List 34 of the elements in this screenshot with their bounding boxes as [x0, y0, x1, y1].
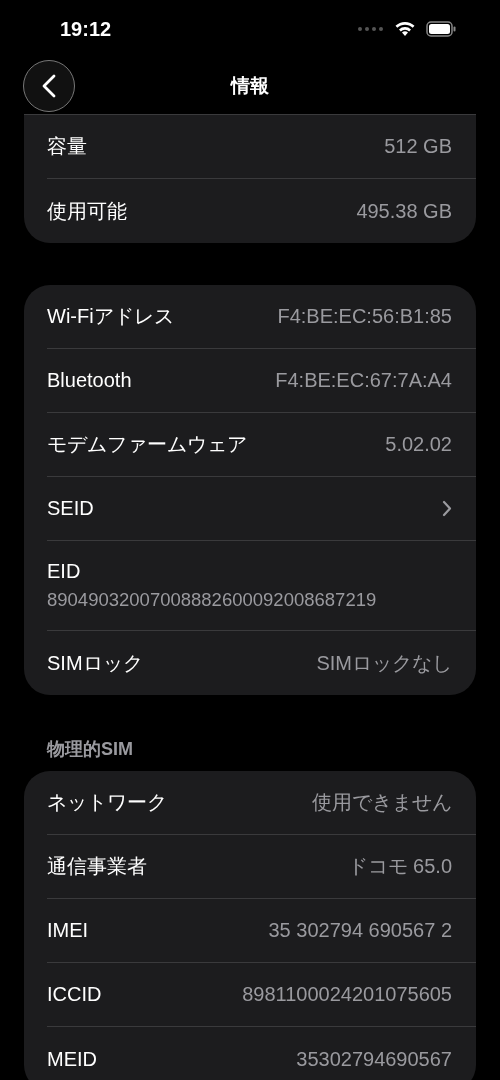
wifi-icon	[394, 21, 416, 37]
battery-icon	[426, 21, 456, 37]
row-label: SIMロック	[47, 650, 144, 676]
row-value: F4:BE:EC:67:7A:A4	[275, 369, 452, 392]
row-label: 使用可能	[47, 198, 128, 224]
row-value: 89049032007008882600092008687219	[47, 589, 377, 611]
row-value: 35302794690567	[296, 1047, 452, 1071]
signal-dots-icon	[358, 27, 384, 31]
row-label: EID	[47, 560, 81, 583]
row-label: SEID	[47, 497, 95, 520]
row-value: SIMロックなし	[316, 650, 452, 676]
back-button[interactable]	[23, 60, 75, 112]
back-chevron-icon	[42, 74, 56, 98]
row-label: MEID	[47, 1047, 98, 1071]
row-value: 35 302794 690567 2	[268, 919, 452, 942]
row-label: 容量	[47, 134, 88, 159]
row-value: ドコモ 65.0	[347, 854, 452, 879]
row-value: 512 GB	[384, 135, 452, 158]
row-label: ICCID	[47, 983, 103, 1006]
row-label: Bluetooth	[47, 369, 133, 392]
row-value: 5.02.02	[385, 433, 452, 456]
row-value: 使用できません	[312, 790, 452, 815]
section-header: 物理的SIM	[45, 738, 134, 761]
chevron-right-icon[interactable]	[442, 500, 452, 517]
row-label: ネットワーク	[47, 790, 168, 815]
status-time: 19:12	[60, 17, 113, 41]
row-label: 通信事業者	[47, 854, 148, 879]
row-value: 495.38 GB	[356, 199, 452, 223]
row-label: IMEI	[47, 919, 90, 942]
row-label: モデムファームウェア	[47, 432, 248, 457]
nav-title: 情報	[231, 74, 269, 98]
row-label: Wi-Fiアドレス	[47, 304, 175, 329]
row-value: F4:BE:EC:56:B1:85	[277, 305, 452, 328]
row-value: 8981100024201075605	[242, 983, 452, 1006]
